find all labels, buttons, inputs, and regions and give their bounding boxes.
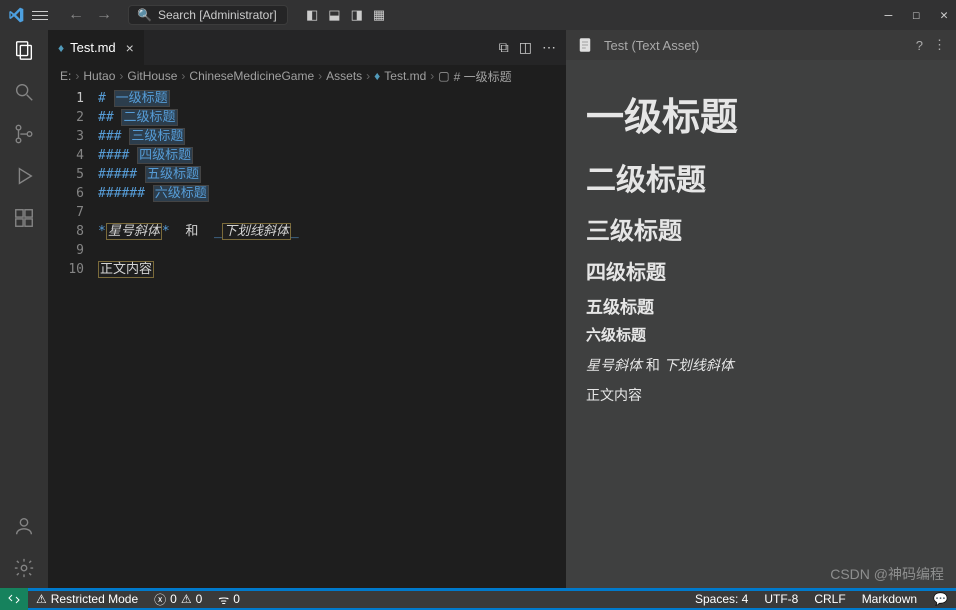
layout-controls: ◧ ⬓ ◨ ▦ xyxy=(306,7,385,23)
feedback-icon[interactable]: 💬 xyxy=(925,591,956,608)
breadcrumbs[interactable]: E:› Hutao› GitHouse› ChineseMedicineGame… xyxy=(48,65,566,87)
preview-h6: 六级标题 xyxy=(586,324,936,345)
crumb[interactable]: Assets xyxy=(326,69,362,83)
layout-left-icon[interactable]: ◧ xyxy=(306,7,318,23)
document-icon xyxy=(576,36,594,54)
layout-bottom-icon[interactable]: ⬓ xyxy=(328,7,340,23)
preview-h1: 一级标题 xyxy=(586,86,936,141)
maximize-icon[interactable]: ☐ xyxy=(912,8,920,23)
crumb[interactable]: Test.md xyxy=(384,69,426,83)
tab-test-md[interactable]: ♦ Test.md × xyxy=(48,30,145,65)
eol[interactable]: CRLF xyxy=(806,591,853,608)
preview-body-text: 正文内容 xyxy=(586,385,936,405)
crumb[interactable]: # 一级标题 xyxy=(454,68,512,85)
vscode-logo-icon xyxy=(8,7,24,23)
tabs-row: ♦ Test.md × ⧉ ◫ ⋯ xyxy=(48,30,566,65)
help-icon[interactable]: ? xyxy=(916,38,923,53)
explorer-icon[interactable] xyxy=(12,38,36,62)
menu-icon[interactable] xyxy=(32,7,48,23)
code-area[interactable]: # 一级标题 ## 二级标题 ### 三级标题 #### 四级标题 ##### … xyxy=(98,87,566,588)
search-box[interactable]: 🔍 Search [Administrator] xyxy=(128,5,288,25)
crumb[interactable]: Hutao xyxy=(83,69,115,83)
activity-bar xyxy=(0,30,48,588)
titlebar: ← → 🔍 Search [Administrator] ◧ ⬓ ◨ ▦ — ☐… xyxy=(0,0,956,30)
markdown-file-icon: ♦ xyxy=(58,41,64,55)
statusbar: ⚠ Restricted Mode ⓧ 0 ⚠ 0 ᯤ 0 Spaces: 4 … xyxy=(0,588,956,610)
more-icon[interactable]: ⋮ xyxy=(933,37,946,53)
tab-label: Test.md xyxy=(70,40,116,55)
restricted-mode[interactable]: ⚠ Restricted Mode xyxy=(28,591,146,608)
more-actions-icon[interactable]: ⋯ xyxy=(542,39,556,56)
layout-grid-icon[interactable]: ▦ xyxy=(373,7,385,23)
window-controls: — ☐ ✕ xyxy=(885,8,948,23)
search-activity-icon[interactable] xyxy=(12,80,36,104)
indentation[interactable]: Spaces: 4 xyxy=(687,591,756,608)
preview-title: Test (Text Asset) xyxy=(604,38,699,53)
crumb[interactable]: E: xyxy=(60,69,71,83)
nav-back-icon[interactable]: ← xyxy=(68,6,84,24)
layout-right-icon[interactable]: ◨ xyxy=(351,7,363,23)
preview-body: 一级标题 二级标题 三级标题 四级标题 五级标题 六级标题 星号斜体 和 下划线… xyxy=(566,60,956,588)
line-gutter: 1 2 3 4 5 6 7 8 9 10 xyxy=(48,87,98,588)
ports[interactable]: ᯤ 0 xyxy=(210,591,248,608)
editor[interactable]: 1 2 3 4 5 6 7 8 9 10 # 一级标题 ## 二级标题 ### … xyxy=(48,87,566,588)
crumb[interactable]: ChineseMedicineGame xyxy=(189,69,314,83)
tab-close-icon[interactable]: × xyxy=(126,40,134,56)
extensions-icon[interactable] xyxy=(12,206,36,230)
preview-pane: Test (Text Asset) ? ⋮ 一级标题 二级标题 三级标题 四级标… xyxy=(566,30,956,588)
remote-indicator[interactable] xyxy=(0,588,28,610)
source-control-icon[interactable] xyxy=(12,122,36,146)
search-label: Search [Administrator] xyxy=(158,8,277,22)
search-icon: 🔍 xyxy=(137,8,152,22)
nav-forward-icon[interactable]: → xyxy=(96,6,112,24)
problems[interactable]: ⓧ 0 ⚠ 0 xyxy=(146,591,210,608)
tab-actions: ⧉ ◫ ⋯ xyxy=(499,39,566,56)
preview-h3: 三级标题 xyxy=(586,211,936,246)
editor-pane: ♦ Test.md × ⧉ ◫ ⋯ E:› Hutao› GitHouse› C… xyxy=(48,30,566,588)
nav-arrows: ← → xyxy=(68,6,112,24)
close-icon[interactable]: ✕ xyxy=(940,8,948,23)
settings-icon[interactable] xyxy=(12,556,36,580)
split-editor-icon[interactable]: ◫ xyxy=(519,39,532,56)
encoding[interactable]: UTF-8 xyxy=(756,591,806,608)
preview-h5: 五级标题 xyxy=(586,293,936,318)
preview-h4: 四级标题 xyxy=(586,256,936,285)
preview-h2: 二级标题 xyxy=(586,155,936,199)
crumb[interactable]: GitHouse xyxy=(127,69,177,83)
language[interactable]: Markdown xyxy=(854,591,925,608)
main-area: ♦ Test.md × ⧉ ◫ ⋯ E:› Hutao› GitHouse› C… xyxy=(0,30,956,588)
preview-header: Test (Text Asset) ? ⋮ xyxy=(566,30,956,60)
preview-italic-line: 星号斜体 和 下划线斜体 xyxy=(586,355,936,375)
debug-icon[interactable] xyxy=(12,164,36,188)
preview-side-icon[interactable]: ⧉ xyxy=(499,39,509,56)
minimize-icon[interactable]: — xyxy=(885,8,893,23)
account-icon[interactable] xyxy=(12,514,36,538)
